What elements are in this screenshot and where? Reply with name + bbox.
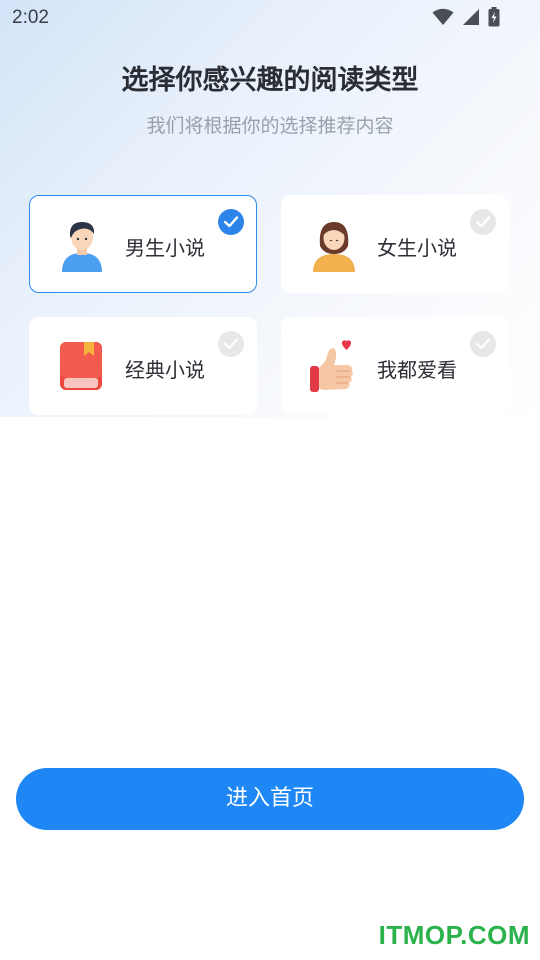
- signal-icon: [462, 8, 480, 30]
- check-unselected-icon[interactable]: [470, 331, 496, 357]
- category-card-male[interactable]: 男生小说: [29, 195, 257, 293]
- book-icon: [54, 338, 110, 394]
- category-label: 男生小说: [125, 236, 205, 260]
- page-subtitle: 我们将根据你的选择推荐内容: [146, 115, 394, 137]
- category-card-female[interactable]: 女生小说: [281, 195, 509, 293]
- status-time: 2:02: [12, 7, 49, 28]
- battery-icon: [488, 7, 500, 31]
- girl-avatar-icon: [306, 216, 362, 272]
- thumbs-up-heart-icon: [306, 338, 362, 394]
- check-unselected-icon[interactable]: [218, 331, 244, 357]
- wifi-icon: [432, 8, 454, 30]
- enter-home-button[interactable]: 进入首页: [16, 768, 524, 830]
- category-label: 我都爱看: [377, 358, 457, 382]
- watermark-logo: ITMOP.COM: [378, 920, 530, 950]
- category-label: 经典小说: [125, 358, 205, 382]
- boy-avatar-icon: [54, 216, 110, 272]
- status-bar: 2:02: [0, 0, 540, 36]
- category-card-all[interactable]: 我都爱看: [281, 317, 509, 415]
- check-unselected-icon[interactable]: [470, 209, 496, 235]
- check-selected-icon[interactable]: [218, 209, 244, 235]
- category-label: 女生小说: [377, 236, 457, 260]
- status-icons: [432, 7, 500, 31]
- category-card-classic[interactable]: 经典小说: [29, 317, 257, 415]
- page-title: 选择你感兴趣的阅读类型: [121, 65, 419, 96]
